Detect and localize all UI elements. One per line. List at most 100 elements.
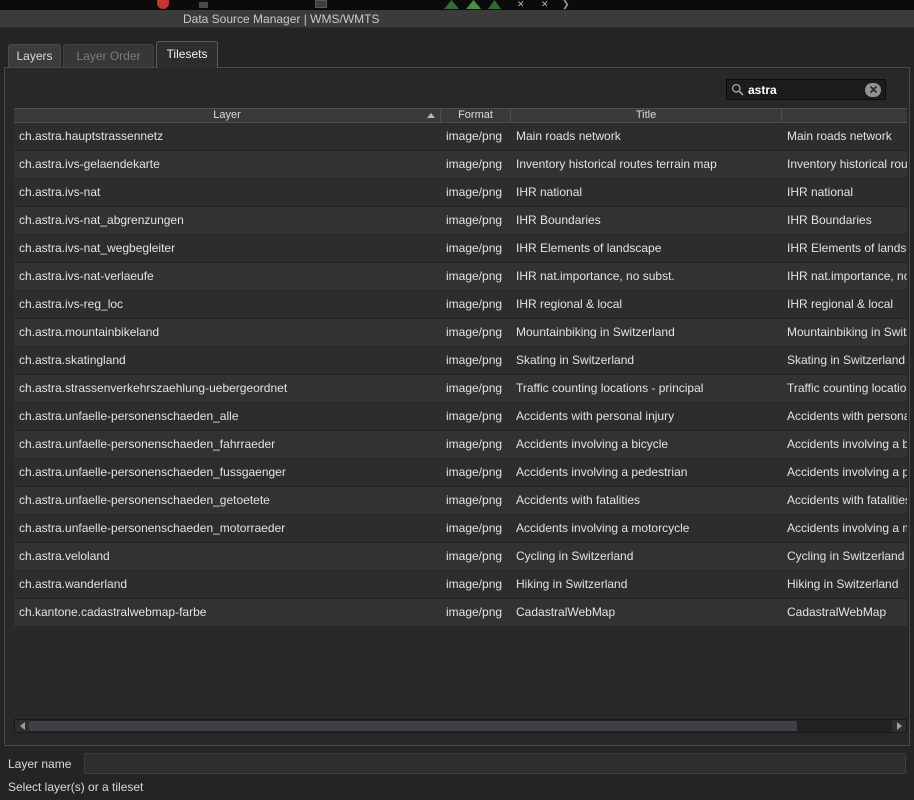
cell-abstract[interactable]: Skating in Switzerland bbox=[782, 347, 907, 374]
cell-abstract[interactable]: IHR Boundaries bbox=[782, 207, 907, 234]
cell-title[interactable]: CadastralWebMap bbox=[511, 599, 782, 626]
table-row[interactable]: ch.astra.strassenverkehrszaehlung-ueberg… bbox=[14, 375, 907, 403]
cell-layer[interactable]: ch.astra.ivs-nat bbox=[14, 179, 441, 206]
dialog-titlebar[interactable]: Data Source Manager | WMS/WMTS bbox=[0, 10, 914, 28]
cell-abstract[interactable]: IHR Elements of landscape bbox=[782, 235, 907, 262]
cell-format[interactable]: image/png bbox=[441, 347, 511, 374]
table-row[interactable]: ch.astra.ivs-reg_loc image/png IHR regio… bbox=[14, 291, 907, 319]
cell-format[interactable]: image/png bbox=[441, 179, 511, 206]
cell-layer[interactable]: ch.astra.skatingland bbox=[14, 347, 441, 374]
cell-format[interactable]: image/png bbox=[441, 515, 511, 542]
table-row[interactable]: ch.kantone.cadastralwebmap-farbe image/p… bbox=[14, 599, 907, 627]
cell-layer[interactable]: ch.astra.unfaelle-personenschaeden_fahrr… bbox=[14, 431, 441, 458]
clear-search-icon[interactable] bbox=[865, 83, 881, 97]
tab-layers[interactable]: Layers bbox=[8, 44, 61, 67]
scroll-right-icon[interactable] bbox=[892, 720, 906, 732]
cell-format[interactable]: image/png bbox=[441, 459, 511, 486]
cell-layer[interactable]: ch.astra.ivs-gelaendekarte bbox=[14, 151, 441, 178]
cell-format[interactable]: image/png bbox=[441, 403, 511, 430]
cell-title[interactable]: IHR regional & local bbox=[511, 291, 782, 318]
scrollbar-track[interactable] bbox=[29, 720, 892, 732]
cell-abstract[interactable]: Accidents involving a motorcycle bbox=[782, 515, 907, 542]
cell-format[interactable]: image/png bbox=[441, 543, 511, 570]
search-input[interactable] bbox=[748, 83, 861, 97]
cell-abstract[interactable]: Hiking in Switzerland bbox=[782, 571, 907, 598]
cell-title[interactable]: Skating in Switzerland bbox=[511, 347, 782, 374]
table-row[interactable]: ch.astra.wanderland image/png Hiking in … bbox=[14, 571, 907, 599]
cell-title[interactable]: Hiking in Switzerland bbox=[511, 571, 782, 598]
cell-abstract[interactable]: Cycling in Switzerland bbox=[782, 543, 907, 570]
cell-layer[interactable]: ch.astra.ivs-nat-verlaeufe bbox=[14, 263, 441, 290]
cell-title[interactable]: IHR national bbox=[511, 179, 782, 206]
column-header-title[interactable]: Title bbox=[511, 109, 782, 122]
cell-layer[interactable]: ch.astra.strassenverkehrszaehlung-ueberg… bbox=[14, 375, 441, 402]
table-row[interactable]: ch.astra.ivs-nat-verlaeufe image/png IHR… bbox=[14, 263, 907, 291]
cell-title[interactable]: IHR Elements of landscape bbox=[511, 235, 782, 262]
cell-abstract[interactable]: Mountainbiking in Switzerland bbox=[782, 319, 907, 346]
cell-abstract[interactable]: Main roads network bbox=[782, 123, 907, 150]
cell-format[interactable]: image/png bbox=[441, 235, 511, 262]
table-row[interactable]: ch.astra.unfaelle-personenschaeden_fussg… bbox=[14, 459, 907, 487]
cell-format[interactable]: image/png bbox=[441, 599, 511, 626]
cell-title[interactable]: IHR nat.importance, no subst. bbox=[511, 263, 782, 290]
cell-title[interactable]: Inventory historical routes terrain map bbox=[511, 151, 782, 178]
cell-title[interactable]: Accidents with fatalities bbox=[511, 487, 782, 514]
cell-abstract[interactable]: IHR national bbox=[782, 179, 907, 206]
table-row[interactable]: ch.astra.skatingland image/png Skating i… bbox=[14, 347, 907, 375]
cell-format[interactable]: image/png bbox=[441, 375, 511, 402]
cell-title[interactable]: Traffic counting locations - principal bbox=[511, 375, 782, 402]
cell-layer[interactable]: ch.astra.unfaelle-personenschaeden_motor… bbox=[14, 515, 441, 542]
cell-format[interactable]: image/png bbox=[441, 123, 511, 150]
cell-layer[interactable]: ch.astra.unfaelle-personenschaeden_fussg… bbox=[14, 459, 441, 486]
cell-abstract[interactable]: Accidents with fatalities bbox=[782, 487, 907, 514]
table-row[interactable]: ch.astra.unfaelle-personenschaeden_alle … bbox=[14, 403, 907, 431]
table-row[interactable]: ch.astra.ivs-nat_wegbegleiter image/png … bbox=[14, 235, 907, 263]
cell-title[interactable]: Main roads network bbox=[511, 123, 782, 150]
cell-layer[interactable]: ch.astra.mountainbikeland bbox=[14, 319, 441, 346]
cell-title[interactable]: Cycling in Switzerland bbox=[511, 543, 782, 570]
cell-layer[interactable]: ch.astra.ivs-nat_abgrenzungen bbox=[14, 207, 441, 234]
cell-abstract[interactable]: Accidents involving a pedestrian bbox=[782, 459, 907, 486]
cell-format[interactable]: image/png bbox=[441, 319, 511, 346]
cell-abstract[interactable]: IHR regional & local bbox=[782, 291, 907, 318]
cell-title[interactable]: Mountainbiking in Switzerland bbox=[511, 319, 782, 346]
table-row[interactable]: ch.astra.unfaelle-personenschaeden_fahrr… bbox=[14, 431, 907, 459]
cell-title[interactable]: Accidents involving a pedestrian bbox=[511, 459, 782, 486]
cell-layer[interactable]: ch.astra.hauptstrassennetz bbox=[14, 123, 441, 150]
cell-layer[interactable]: ch.kantone.cadastralwebmap-farbe bbox=[14, 599, 441, 626]
tab-tilesets[interactable]: Tilesets bbox=[156, 41, 218, 68]
column-header-format[interactable]: Format bbox=[441, 109, 511, 122]
cell-format[interactable]: image/png bbox=[441, 431, 511, 458]
cell-abstract[interactable]: IHR nat.importance, no subst. bbox=[782, 263, 907, 290]
scroll-left-icon[interactable] bbox=[15, 720, 29, 732]
cell-title[interactable]: Accidents involving a motorcycle bbox=[511, 515, 782, 542]
cell-layer[interactable]: ch.astra.ivs-reg_loc bbox=[14, 291, 441, 318]
search-box[interactable] bbox=[726, 79, 886, 100]
cell-format[interactable]: image/png bbox=[441, 487, 511, 514]
cell-title[interactable]: Accidents with personal injury bbox=[511, 403, 782, 430]
cell-layer[interactable]: ch.astra.veloland bbox=[14, 543, 441, 570]
table-row[interactable]: ch.astra.ivs-gelaendekarte image/png Inv… bbox=[14, 151, 907, 179]
table-row[interactable]: ch.astra.unfaelle-personenschaeden_getoe… bbox=[14, 487, 907, 515]
cell-layer[interactable]: ch.astra.unfaelle-personenschaeden_getoe… bbox=[14, 487, 441, 514]
cell-format[interactable]: image/png bbox=[441, 263, 511, 290]
table-row[interactable]: ch.astra.hauptstrassennetz image/png Mai… bbox=[14, 123, 907, 151]
table-row[interactable]: ch.astra.mountainbikeland image/png Moun… bbox=[14, 319, 907, 347]
cell-format[interactable]: image/png bbox=[441, 571, 511, 598]
table-row[interactable]: ch.astra.ivs-nat image/png IHR national … bbox=[14, 179, 907, 207]
cell-layer[interactable]: ch.astra.ivs-nat_wegbegleiter bbox=[14, 235, 441, 262]
scrollbar-thumb[interactable] bbox=[29, 721, 797, 731]
cell-layer[interactable]: ch.astra.wanderland bbox=[14, 571, 441, 598]
column-header-abstract[interactable] bbox=[782, 109, 907, 122]
cell-format[interactable]: image/png bbox=[441, 207, 511, 234]
cell-abstract[interactable]: Traffic counting locations - principal bbox=[782, 375, 907, 402]
horizontal-scrollbar[interactable] bbox=[14, 719, 907, 733]
cell-layer[interactable]: ch.astra.unfaelle-personenschaeden_alle bbox=[14, 403, 441, 430]
cell-format[interactable]: image/png bbox=[441, 291, 511, 318]
table-row[interactable]: ch.astra.veloland image/png Cycling in S… bbox=[14, 543, 907, 571]
layer-name-input[interactable] bbox=[84, 753, 906, 774]
cell-abstract[interactable]: Accidents involving a bicycle bbox=[782, 431, 907, 458]
cell-title[interactable]: IHR Boundaries bbox=[511, 207, 782, 234]
table-row[interactable]: ch.astra.ivs-nat_abgrenzungen image/png … bbox=[14, 207, 907, 235]
cell-abstract[interactable]: CadastralWebMap bbox=[782, 599, 907, 626]
